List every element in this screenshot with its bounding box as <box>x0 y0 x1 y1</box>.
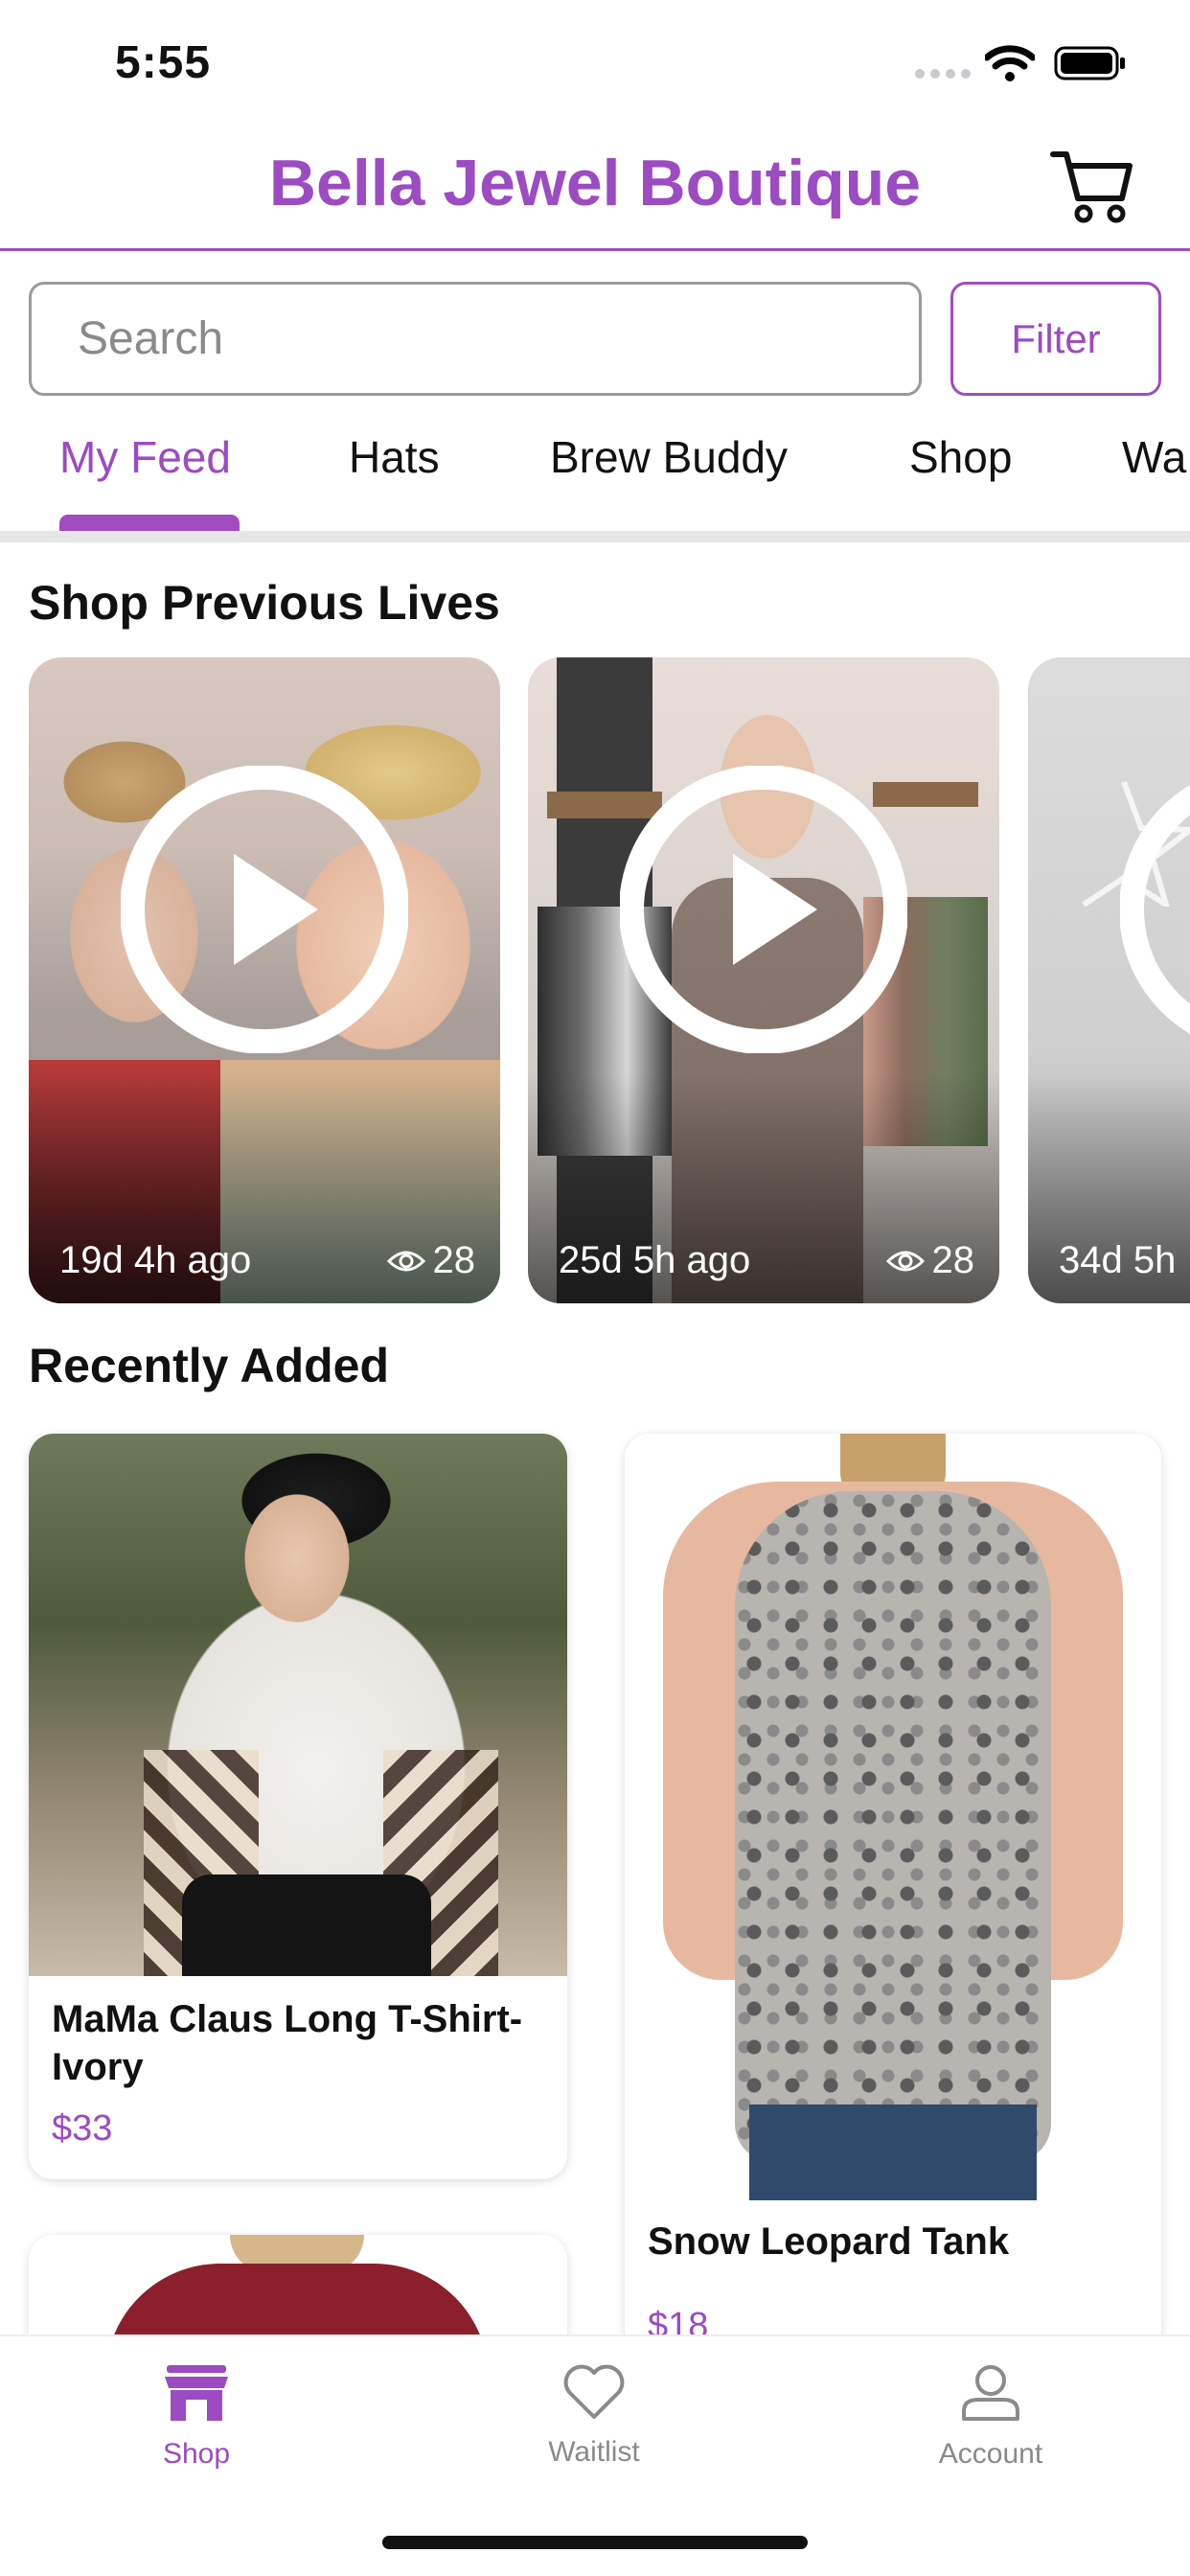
nav-waitlist-label: Waitlist <box>548 2436 640 2468</box>
product-card[interactable]: MaMa Claus Long T-Shirt-Ivory $33 <box>29 1434 567 2179</box>
product-card[interactable]: Snow Leopard Tank $18 <box>625 1434 1161 2354</box>
wifi-icon <box>985 45 1035 81</box>
category-tabs: My Feed Hats Brew Buddy Shop Wa <box>0 422 1190 537</box>
live-age: 34d 5h <box>1059 1239 1177 1281</box>
status-time: 5:55 <box>115 37 212 88</box>
live-video-card[interactable]: 34d 5h <box>1028 657 1190 1303</box>
app-header: Bella Jewel Boutique <box>0 125 1190 251</box>
tab-hats[interactable]: Hats <box>349 431 440 483</box>
view-count: 28 <box>885 1239 975 1282</box>
status-bar: 5:55 <box>0 0 1190 125</box>
eye-icon <box>885 1251 925 1271</box>
view-count-value: 28 <box>432 1239 476 1281</box>
view-count: 28 <box>386 1239 476 1282</box>
signal-icon <box>915 69 971 79</box>
product-price: $33 <box>52 2108 113 2149</box>
heart-icon <box>563 2364 625 2419</box>
tab-wa[interactable]: Wa <box>1122 431 1186 483</box>
tabs-divider <box>0 531 1190 542</box>
active-tab-indicator <box>59 515 240 532</box>
app-title: Bella Jewel Boutique <box>268 147 922 219</box>
play-icon[interactable] <box>620 766 907 1053</box>
battery-icon <box>1054 46 1125 80</box>
store-icon <box>165 2365 228 2421</box>
eye-icon <box>386 1251 425 1271</box>
jeans <box>749 2104 1037 2200</box>
leopard-tank <box>735 1491 1051 2162</box>
product-image <box>625 1434 1161 2200</box>
nav-waitlist[interactable]: Waitlist <box>498 2363 690 2469</box>
product-name: MaMa Claus Long T-Shirt-Ivory <box>52 1998 523 2088</box>
tab-my-feed[interactable]: My Feed <box>59 431 231 483</box>
section-title-previous-lives: Shop Previous Lives <box>29 576 500 630</box>
section-title-recently-added: Recently Added <box>29 1339 390 1392</box>
search-placeholder: Search <box>78 313 224 364</box>
nav-account[interactable]: Account <box>895 2363 1087 2471</box>
live-age: 25d 5h ago <box>559 1239 751 1281</box>
search-input[interactable]: Search <box>29 282 922 396</box>
live-age: 19d 4h ago <box>59 1239 252 1281</box>
play-icon[interactable] <box>1120 766 1190 1053</box>
product-name: Snow Leopard Tank <box>648 2220 1010 2263</box>
person-icon <box>962 2365 1019 2421</box>
home-indicator[interactable] <box>382 2536 808 2549</box>
nav-shop[interactable]: Shop <box>101 2363 292 2471</box>
view-count-value: 28 <box>931 1239 975 1281</box>
nav-account-label: Account <box>938 2438 1043 2470</box>
filter-button[interactable]: Filter <box>950 282 1161 396</box>
tab-shop[interactable]: Shop <box>909 431 1012 483</box>
cart-icon[interactable] <box>1049 149 1135 225</box>
nav-shop-label: Shop <box>162 2438 231 2470</box>
tab-brew-buddy[interactable]: Brew Buddy <box>550 431 788 483</box>
live-video-card[interactable]: 19d 4h ago 28 <box>29 657 500 1303</box>
leggings <box>182 1874 431 1976</box>
live-video-card[interactable]: 25d 5h ago 28 <box>528 657 999 1303</box>
play-icon[interactable] <box>121 766 408 1053</box>
